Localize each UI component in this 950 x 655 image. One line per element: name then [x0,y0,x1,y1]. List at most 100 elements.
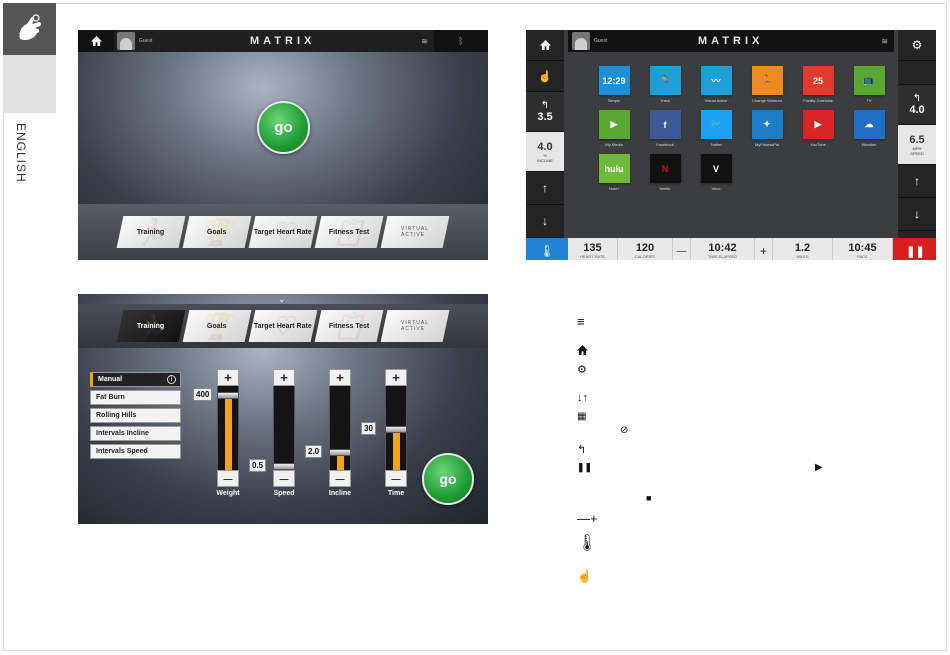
slider-knob[interactable] [217,392,239,400]
avatar[interactable] [572,32,590,50]
home-icon[interactable] [78,36,114,46]
user-name: Guest [594,38,608,44]
slider-label: Speed [273,490,295,497]
manual-workout-screen: ⌄ 🏃 Training 🏆 Goals ♡ Target Heart Rate 📋 F… [78,294,488,524]
pause-button[interactable]: ❚❚ [893,238,936,260]
tab-fitness-test[interactable]: 📋 Fitness Test [314,310,384,342]
list-item-fat-burn[interactable]: Fat Burn [90,390,181,405]
app-change-workout[interactable]: 🏃 Change Workout [741,66,793,103]
back-incline-button[interactable]: ↰ 3.5 [526,92,564,132]
brand-wordmark: MATRIX [250,35,316,47]
plus-button[interactable]: + [273,369,295,386]
slider-weight[interactable]: + — [217,369,239,487]
vevo-icon: V [700,154,732,183]
app-my-media[interactable]: ▶ My Media [588,110,640,147]
play-icon: ▶ [815,462,823,473]
app-vevo[interactable]: V Vevo [690,154,742,191]
tab-goals[interactable]: 🏆 Goals [182,310,252,342]
minus-plus-icon: —+ [577,511,598,526]
slider-fill [393,429,400,470]
list-item-intervals-speed[interactable]: Intervals Speed [90,444,181,459]
minus-button[interactable]: — [329,470,351,487]
track-icon: 🏃 [649,66,681,95]
speed-display[interactable]: 6.5 mph SPEED [898,125,936,165]
spacer [898,61,936,85]
twitter-icon: 🐦 [700,110,732,139]
app-myfitnesspal[interactable]: ✦ MyFitnessPal [741,110,793,147]
tab-target-heart-rate[interactable]: ♡ Target Heart Rate [248,310,318,342]
tab-virtual-active[interactable]: VIRTUAL ACTIVE [380,216,450,248]
slider-track[interactable] [217,386,239,470]
pause-icon: ❚❚ [577,462,593,472]
minus-button[interactable]: — [273,470,295,487]
app-twitter[interactable]: 🐦 Twitter [690,110,742,147]
tab-goals[interactable]: 🏆 Goals [182,216,252,248]
plus-button[interactable]: + [329,369,351,386]
app-simple[interactable]: 12:29 Simple [588,66,640,103]
app-youtube[interactable]: ▶ YouTube [792,110,844,147]
heart-rate-button[interactable]: 🌡 [526,238,568,260]
slider-track[interactable] [385,386,407,470]
youtube-icon: ▶ [802,110,834,139]
right-control-column: ⚙ ↰ 4.0 6.5 mph SPEED ↑ ↓ [898,30,936,238]
time-minus-button[interactable]: — [673,238,691,260]
sidebar-panel [3,55,56,113]
tab-virtual-active[interactable]: VIRTUAL ACTIVE [380,310,450,342]
app-hulu-[interactable]: hulu Hulu+ [588,154,640,191]
back-arrow-icon: ↰ [577,444,587,456]
app-netflix[interactable]: N Netflix [639,154,691,191]
tab-training[interactable]: 🏃 Training [116,310,186,342]
plus-button[interactable]: + [385,369,407,386]
tab-fitness-test[interactable]: 📋 Fitness Test [314,216,384,248]
home-screen: Guest MATRIX ≋ ᛒ go 🏃 Training 🏆 Goals ♡ Ta… [78,30,488,260]
slider-knob[interactable] [329,449,351,457]
list-item-intervals-incline[interactable]: Intervals Incline [90,426,181,441]
list-item-rolling-hills[interactable]: Rolling Hills [90,408,181,423]
incline-display[interactable]: 4.0 % INCLINE [526,132,564,172]
home-icon[interactable] [526,30,564,61]
incline-up-arrow-icon[interactable]: ↑ [526,172,564,205]
tab-target-heart-rate[interactable]: ♡ Target Heart Rate [248,216,318,248]
go-button[interactable]: go [422,453,474,505]
app-facebook[interactable]: f Facebook [639,110,691,147]
time-plus-button[interactable]: + [755,238,773,260]
minus-button[interactable]: — [385,470,407,487]
workout-menu-bar: 🏃 Training 🏆 Goals ♡ Target Heart Rate 📋 Fit… [78,204,488,260]
app-facility-calendar[interactable]: 25 Facility Calendar [792,66,844,103]
back-speed-button[interactable]: ↰ 4.0 [898,85,936,125]
speed-up-arrow-icon[interactable]: ↑ [898,165,936,198]
slider-knob[interactable] [385,425,407,433]
slider-track[interactable] [329,386,351,470]
touch-icon[interactable]: ☝ [526,61,564,92]
app-label: My Media [605,142,623,147]
slider-speed[interactable]: + — [273,369,295,487]
workout-list: Manual i Fat Burn Rolling Hills Intervals… [90,372,181,462]
my-media-icon: ▶ [598,110,630,139]
gear-icon[interactable]: ⚙ [898,30,936,61]
app-track[interactable]: 🏃 Track [639,66,691,103]
app-virtual-active[interactable]: 〰 Virtual Active [690,66,742,103]
stop-icon: ■ [646,493,652,503]
app-tv[interactable]: 📺 TV [843,66,895,103]
slider-track[interactable] [273,386,295,470]
speed-down-arrow-icon[interactable]: ↓ [898,198,936,231]
go-button[interactable]: go [257,101,310,154]
app-label: YouTube [810,142,826,147]
brand-wordmark: MATRIX [698,35,764,47]
plus-button[interactable]: + [217,369,239,386]
minus-button[interactable]: — [217,470,239,487]
pause-icon: ❚❚ [906,245,925,258]
avatar[interactable] [117,32,135,50]
down-up-arrows-icon: ↓↑ [577,392,588,404]
app-weather[interactable]: ☁ Weather [843,110,895,147]
slider-time[interactable]: + — [385,369,407,487]
tab-training[interactable]: 🏃 Training [116,216,186,248]
language-sidebar [3,3,56,113]
slider-incline[interactable]: + — [329,369,351,487]
incline-down-arrow-icon[interactable]: ↓ [526,205,564,238]
list-item-manual[interactable]: Manual i [90,372,181,387]
slider-knob[interactable] [273,462,295,470]
touch-hand-logo-icon [3,3,56,55]
info-icon[interactable]: i [167,375,176,384]
bluetooth-icon[interactable]: ᛒ [434,36,488,46]
